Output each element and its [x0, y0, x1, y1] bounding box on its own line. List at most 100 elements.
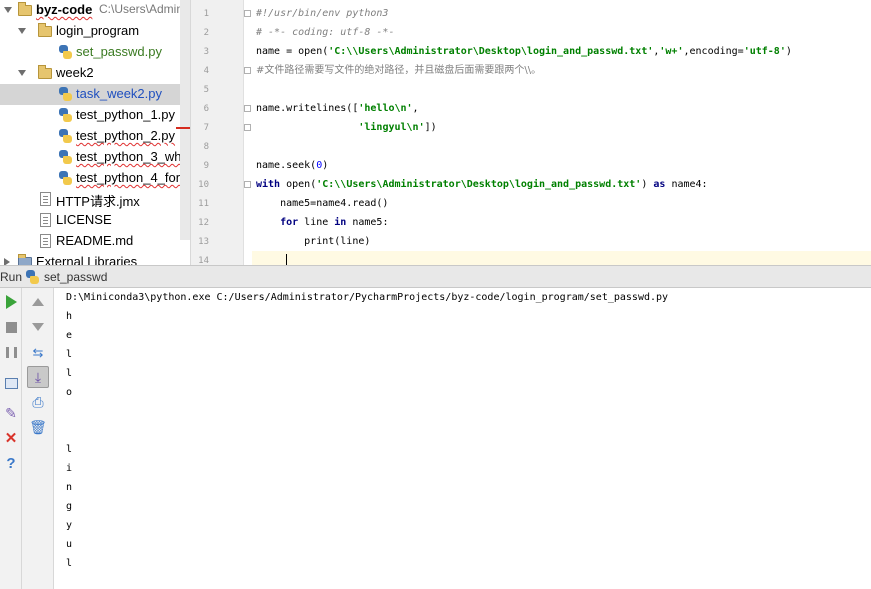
- tree-item-label: External Libraries: [36, 254, 138, 265]
- line-number: 11: [198, 199, 209, 209]
- console-line: l: [66, 349, 73, 360]
- file-icon: [40, 234, 51, 248]
- tree-item-readme[interactable]: README.md: [0, 231, 190, 252]
- close-icon[interactable]: ✕: [2, 429, 20, 447]
- code-token: name4:: [665, 179, 708, 190]
- tree-item-task-week2[interactable]: task_week2.py: [0, 84, 190, 105]
- folder-icon: [18, 2, 32, 16]
- code-token: ,encoding=: [683, 46, 744, 57]
- project-tree: byz-code C:\Users\Admin login_program se…: [0, 0, 190, 265]
- folder-icon: [38, 65, 52, 79]
- string-token: 'w+': [659, 46, 684, 57]
- code-line-9: name.seek(0): [256, 156, 328, 175]
- help-icon[interactable]: ?: [2, 454, 20, 472]
- soft-wrap-icon[interactable]: ⇆: [29, 343, 47, 361]
- python-file-icon: [58, 171, 72, 185]
- scroll-up-icon[interactable]: [29, 293, 47, 311]
- fold-marker[interactable]: [244, 181, 251, 188]
- python-file-icon: [58, 45, 72, 59]
- console-line: h: [66, 311, 73, 322]
- fold-marker[interactable]: [244, 105, 251, 112]
- trash-icon[interactable]: 🗑: [29, 418, 47, 436]
- file-icon: [40, 192, 51, 206]
- line-number: 8: [203, 142, 209, 152]
- line-number: 5: [203, 85, 209, 95]
- tree-item-test-python-3[interactable]: test_python_3_while.: [0, 147, 190, 168]
- keyword-token: with: [256, 179, 281, 190]
- tree-item-label: HTTP请求.jmx: [56, 194, 140, 209]
- line-number: 6: [203, 104, 209, 114]
- console-output[interactable]: D:\Miniconda3\python.exe C:/Users/Admini…: [55, 288, 871, 589]
- stop-icon[interactable]: [2, 318, 20, 336]
- code-line-6: name.writelines(['hello\n',: [256, 99, 419, 118]
- code-line-3: name = open('C:\\Users\Administrator\Des…: [256, 42, 792, 61]
- python-file-icon: [58, 108, 72, 122]
- keyword-token: in: [334, 217, 347, 228]
- fold-marker[interactable]: [244, 124, 251, 131]
- tree-item-external-libraries[interactable]: External Libraries: [0, 252, 190, 265]
- console-line: y: [66, 520, 73, 531]
- chevron-down-icon[interactable]: [18, 70, 26, 76]
- chevron-down-icon[interactable]: [18, 28, 26, 34]
- run-config-name[interactable]: set_passwd: [44, 270, 107, 284]
- python-file-icon: [58, 129, 72, 143]
- code-token: name5:: [346, 217, 389, 228]
- fold-marker[interactable]: [244, 67, 251, 74]
- tree-item-label: README.md: [56, 233, 134, 248]
- tree-item-label: week2: [56, 65, 94, 80]
- keyword-token: for: [280, 217, 299, 228]
- tree-item-label: task_week2.py: [76, 86, 162, 101]
- tree-item-test-python-4[interactable]: test_python_4_for.py: [0, 168, 190, 189]
- code-line-13: print(line): [256, 232, 370, 251]
- string-token: 'C:\\Users\Administrator\Desktop\login_a…: [316, 179, 642, 190]
- line-number: 13: [198, 237, 209, 247]
- python-file-icon: [58, 150, 72, 164]
- tree-item-login-program[interactable]: login_program: [0, 21, 190, 42]
- string-token: 'hello\n': [358, 103, 413, 114]
- tree-item-label: test_python_4_for.py: [76, 170, 190, 185]
- scroll-down-icon[interactable]: [29, 318, 47, 336]
- console-command: D:\Miniconda3\python.exe C:/Users/Admini…: [66, 292, 669, 303]
- scroll-to-end-icon[interactable]: ⤓: [27, 366, 49, 388]
- pin-icon[interactable]: ✎: [2, 404, 20, 422]
- code-editor[interactable]: #!/usr/bin/env python3 # -*- coding: utf…: [252, 0, 871, 265]
- root-path: C:\Users\Admin: [99, 2, 184, 16]
- line-number: 2: [203, 28, 209, 38]
- run-toolbar-primary: ✎ ✕ ?: [0, 288, 22, 589]
- console-line: l: [66, 558, 73, 569]
- console-line: u: [66, 539, 73, 550]
- code-token: ): [785, 46, 792, 57]
- tree-item-test-python-1[interactable]: test_python_1.py: [0, 105, 190, 126]
- pause-icon[interactable]: [2, 343, 20, 361]
- tree-item-test-python-2[interactable]: test_python_2.py: [0, 126, 190, 147]
- print-icon[interactable]: ⎙: [29, 393, 47, 411]
- library-icon: [18, 254, 32, 265]
- layout-icon[interactable]: [2, 374, 20, 392]
- tree-item-license[interactable]: LICENSE: [0, 210, 190, 231]
- line-number: 1: [203, 9, 209, 19]
- console-line: o: [66, 387, 73, 398]
- code-token: ): [322, 160, 329, 171]
- chevron-right-icon[interactable]: [4, 258, 10, 265]
- code-line-10: with open('C:\\Users\Administrator\Deskt…: [256, 175, 708, 194]
- code-token: name.seek(: [256, 160, 317, 171]
- chevron-down-icon[interactable]: [4, 7, 12, 13]
- console-line: n: [66, 482, 73, 493]
- string-token: 'C:\\Users\Administrator\Desktop\login_a…: [328, 46, 654, 57]
- tree-root[interactable]: byz-code C:\Users\Admin: [0, 0, 190, 21]
- run-tab-label[interactable]: Run: [0, 270, 22, 284]
- tree-item-set-passwd[interactable]: set_passwd.py: [0, 42, 190, 63]
- current-line-highlight: [252, 251, 871, 265]
- tree-item-http-jmx[interactable]: HTTP请求.jmx: [0, 189, 190, 210]
- code-line-1: #!/usr/bin/env python3: [256, 4, 388, 23]
- line-gutter: 1 2 3 4 5 6 7 8 9 10 11 12 13 14: [191, 0, 244, 266]
- console-line: e: [66, 330, 73, 341]
- tree-item-week2[interactable]: week2: [0, 63, 190, 84]
- string-token: 'lingyul\n': [358, 122, 425, 133]
- python-file-icon: [25, 270, 39, 284]
- fold-marker[interactable]: [244, 10, 251, 17]
- code-token: ,: [412, 103, 419, 114]
- play-icon[interactable]: [2, 293, 20, 311]
- encoding-comment: # -*- coding: utf-8 -*-: [256, 27, 395, 38]
